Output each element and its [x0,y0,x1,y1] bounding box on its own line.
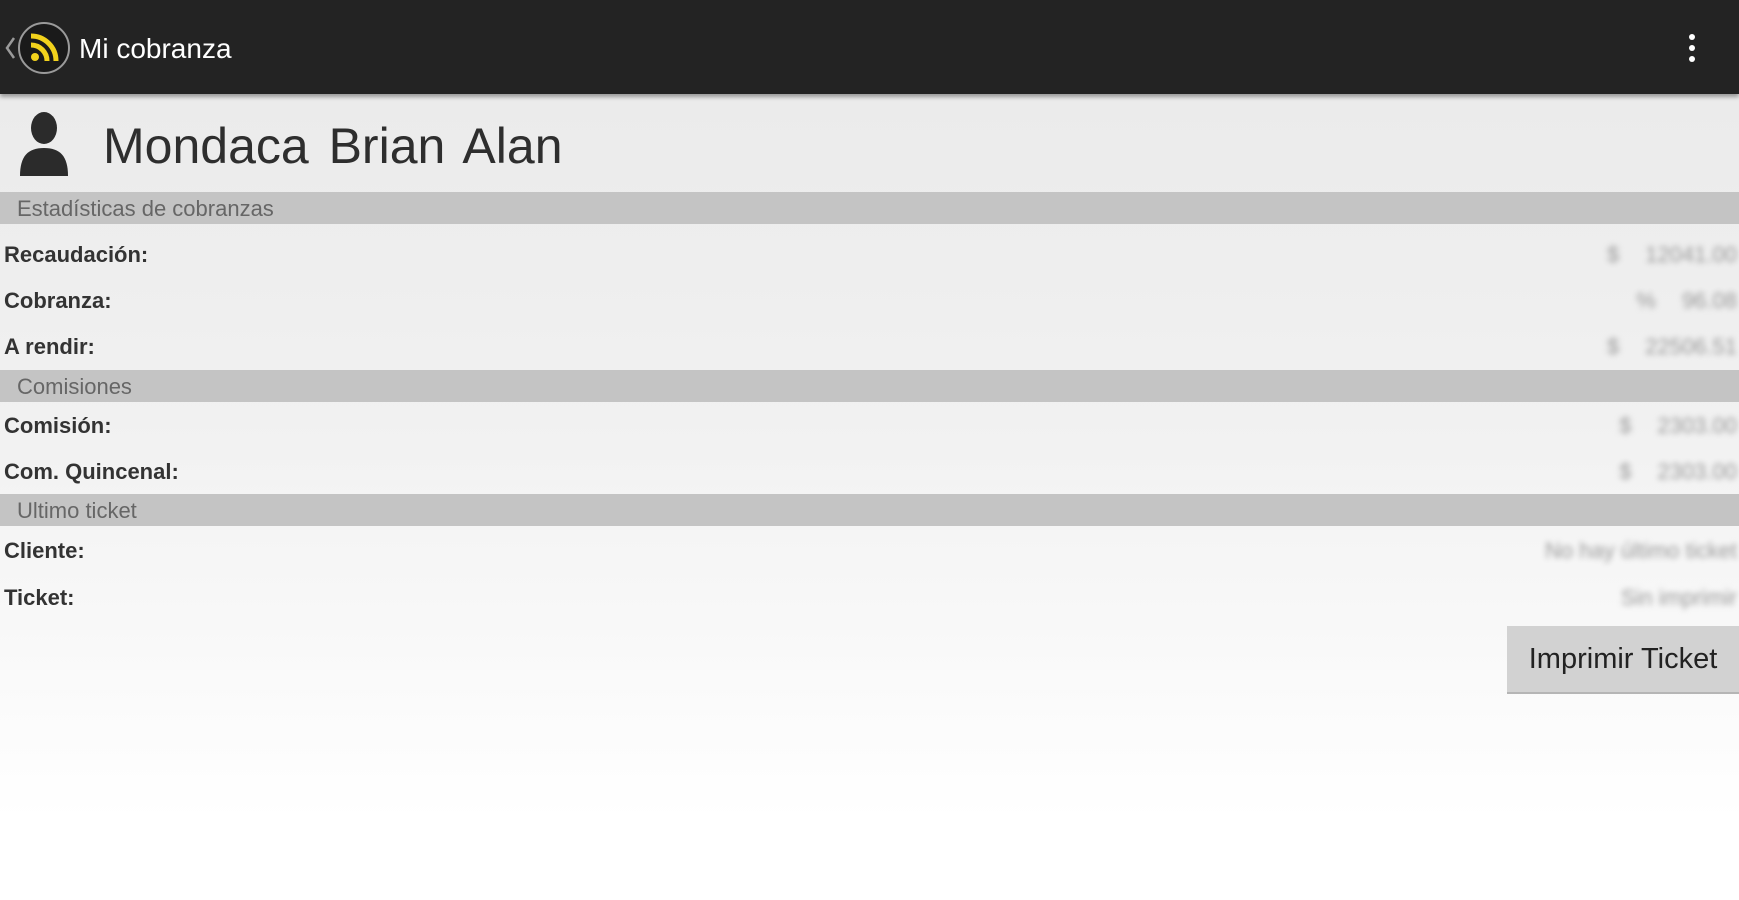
row-label: Com. Quincenal: [4,459,179,484]
row-unit: $ [1606,242,1620,267]
row-unit: $ [1619,459,1632,484]
row-value: % 96.08 [1636,288,1737,314]
menu-dot [1689,45,1695,51]
ticket-row-cliente: Cliente: No hay último ticket [0,530,1739,570]
row-label: Ticket: [4,585,75,610]
overflow-menu-icon[interactable] [1674,28,1710,68]
row-amount: 22506.51 [1645,334,1737,359]
row-label: Recaudación: [4,242,149,267]
row-value: No hay último ticket [1545,538,1737,563]
section-header-commissions: Comisiones [0,370,1739,402]
row-amount: 96.08 [1681,288,1737,313]
user-name: Mondaca Brian Alan [103,118,563,174]
stat-row-recaudacion: Recaudación: $12041.00 [0,234,1739,274]
section-title: Ultimo ticket [17,498,137,523]
row-label: A rendir: [4,334,95,359]
print-ticket-button[interactable]: Imprimir Ticket [1507,626,1739,694]
row-value: Sin imprimir [1620,585,1737,610]
section-header-last-ticket: Ultimo ticket [0,494,1739,526]
section-header-stats: Estadísticas de cobranzas [0,192,1739,224]
row-value: $22506.51 [1607,334,1737,360]
section-title: Estadísticas de cobranzas [17,196,274,221]
row-value: $2303.00 [1619,459,1737,485]
section-title: Comisiones [17,374,132,399]
user-silhouette-icon [20,112,68,176]
row-unit: % [1636,288,1656,313]
menu-dot [1689,56,1695,62]
row-unit: $ [1606,334,1620,359]
user-header: Mondaca Brian Alan [0,94,1739,190]
app-title: Mi cobranza [79,33,232,64]
row-amount: 12041.00 [1645,242,1737,267]
commission-row-quincenal: Com. Quincenal: $2303.00 [0,451,1739,491]
action-bar: Mi cobranza [0,0,1739,94]
row-amount: 2303.00 [1657,413,1737,438]
row-value: $12041.00 [1607,242,1737,268]
ticket-row-ticket: Ticket: Sin imprimir [0,577,1739,617]
commission-row-comision: Comisión: $2303.00 [0,405,1739,445]
row-label: Cliente: [4,538,85,563]
row-label: Comisión: [4,413,112,438]
chevron-left-icon[interactable] [3,30,17,66]
menu-dot [1689,34,1695,40]
stat-row-a-rendir: A rendir: $22506.51 [0,326,1739,366]
row-amount: 2303.00 [1657,459,1737,484]
row-label: Cobranza: [4,288,112,313]
row-value: $2303.00 [1619,413,1737,439]
row-unit: $ [1619,413,1632,438]
rss-signal-icon[interactable] [17,21,71,75]
stat-row-cobranza: Cobranza: % 96.08 [0,280,1739,320]
